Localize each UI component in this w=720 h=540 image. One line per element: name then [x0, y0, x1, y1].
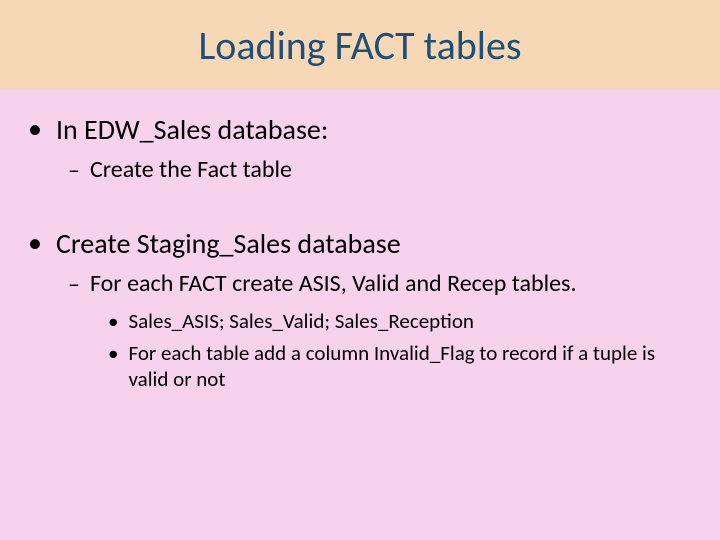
bullet-dot-icon: • [108, 308, 118, 335]
bullet-dot-icon: • [108, 340, 118, 367]
bullet-dot-icon: • [28, 226, 42, 260]
bullet-text: Create Staging_Sales database [56, 226, 401, 261]
bullet-text: For each FACT create ASIS, Valid and Rec… [90, 269, 577, 299]
bullet-text: Create the Fact table [90, 155, 292, 185]
bullet-level1: • Create Staging_Sales database [28, 226, 692, 261]
slide-title: Loading FACT tables [198, 21, 521, 70]
bullet-level1: • In EDW_Sales database: [28, 112, 692, 147]
bullet-level2: – For each FACT create ASIS, Valid and R… [68, 269, 692, 300]
bullet-text: Sales_ASIS; Sales_Valid; Sales_Reception [128, 308, 473, 334]
bullet-text: In EDW_Sales database: [56, 112, 328, 147]
bullet-level3: • Sales_ASIS; Sales_Valid; Sales_Recepti… [108, 308, 692, 335]
bullet-level3: • For each table add a column Invalid_Fl… [108, 340, 692, 393]
title-bar: Loading FACT tables [0, 0, 720, 90]
slide-content: • In EDW_Sales database: – Create the Fa… [0, 90, 720, 392]
spacer [28, 194, 692, 226]
bullet-dot-icon: • [28, 112, 42, 146]
bullet-dash-icon: – [68, 269, 80, 300]
bullet-dash-icon: – [68, 155, 80, 186]
bullet-text: For each table add a column Invalid_Flag… [128, 340, 692, 393]
bullet-level2: – Create the Fact table [68, 155, 692, 186]
